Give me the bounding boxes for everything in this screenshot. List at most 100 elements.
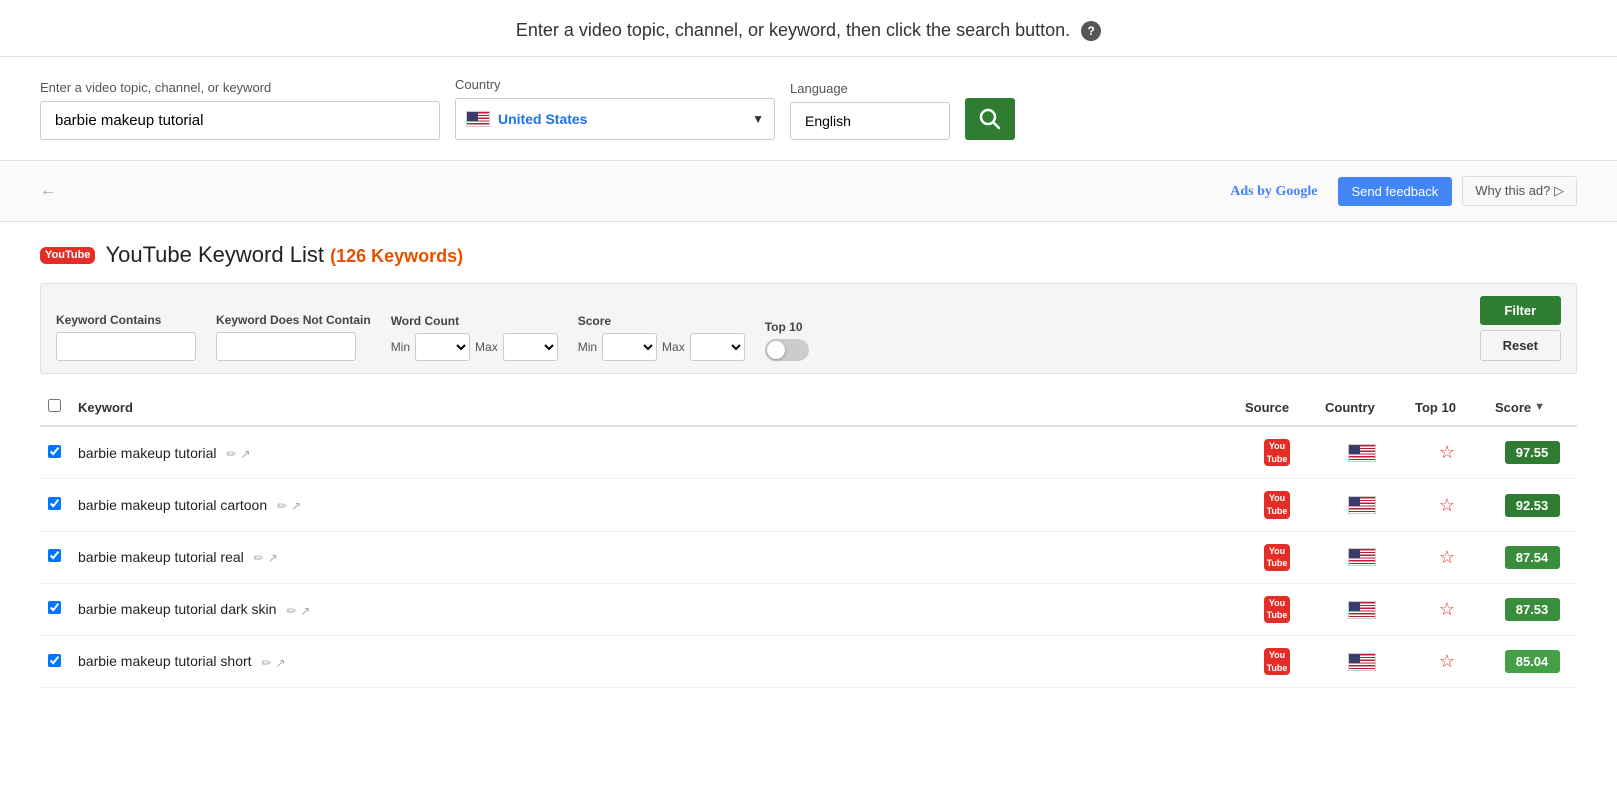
score-filter-label: Score [578,314,745,328]
score-min-select[interactable] [602,333,657,361]
edit-icon[interactable]: ✏ [254,551,264,565]
external-link-icon[interactable]: ↗ [276,656,286,670]
row-score-cell: 85.04 [1487,636,1577,688]
edit-icon[interactable]: ✏ [286,604,296,618]
country-select[interactable]: United States ▼ [455,98,775,140]
ads-brand: Google [1276,184,1318,199]
score-badge: 92.53 [1505,494,1560,517]
youtube-source-icon: YouTube [1264,596,1291,623]
keyword-text: barbie makeup tutorial cartoon [78,497,267,513]
external-link-icon[interactable]: ↗ [240,447,250,461]
score-max-select[interactable] [690,333,745,361]
col-header-source[interactable]: Source [1237,389,1317,426]
table-row: barbie makeup tutorial cartoon ✏ ↗ YouTu… [40,479,1577,531]
filter-button[interactable]: Filter [1480,296,1561,325]
top10-star-icon[interactable]: ☆ [1439,651,1455,671]
keyword-icon-group: ✏ ↗ [277,499,301,513]
word-count-max-select[interactable] [503,333,558,361]
keyword-input[interactable] [40,101,440,140]
keyword-icon-group: ✏ ↗ [226,447,250,461]
row-top10-cell: ☆ [1407,583,1487,635]
top10-group: Top 10 [765,320,809,361]
col-header-keyword[interactable]: Keyword [70,389,1237,426]
row-score-cell: 87.54 [1487,531,1577,583]
col-header-check [40,389,70,426]
col-header-score[interactable]: Score ▼ [1487,389,1577,426]
top10-toggle[interactable] [765,339,809,361]
row-keyword-cell: barbie makeup tutorial dark skin ✏ ↗ [70,583,1237,635]
word-count-min-select[interactable] [415,333,470,361]
edit-icon[interactable]: ✏ [277,499,287,513]
external-link-icon[interactable]: ↗ [268,551,278,565]
score-sort-icon: ▼ [1534,401,1545,413]
keyword-icon-group: ✏ ↗ [286,604,310,618]
external-link-icon[interactable]: ↗ [291,499,301,513]
search-button[interactable] [965,98,1015,140]
score-max-label: Max [662,340,685,354]
row-checkbox[interactable] [48,549,61,562]
language-select[interactable]: English [790,102,950,140]
table-row: barbie makeup tutorial dark skin ✏ ↗ You… [40,583,1577,635]
top10-filter-label: Top 10 [765,320,809,334]
keyword-list-section: You Tube YouTube Keyword List (126 Keywo… [0,222,1617,708]
keyword-text: barbie makeup tutorial dark skin [78,601,276,617]
ads-section: ← Ads by Google Send feedback Why this a… [0,161,1617,222]
row-checkbox[interactable] [48,445,61,458]
row-country-cell [1317,479,1407,531]
keyword-table: Keyword Source Country Top 10 Score [40,389,1577,688]
keyword-label: Enter a video topic, channel, or keyword [40,80,440,95]
search-icon [979,108,1001,130]
word-count-min-label: Min [391,340,410,354]
row-checkbox[interactable] [48,654,61,667]
col-header-country[interactable]: Country [1317,389,1407,426]
edit-icon[interactable]: ✏ [261,656,271,670]
row-checkbox[interactable] [48,601,61,614]
edit-icon[interactable]: ✏ [226,447,236,461]
top10-star-icon[interactable]: ☆ [1439,547,1455,567]
select-all-checkbox[interactable] [48,399,61,412]
row-score-cell: 87.53 [1487,583,1577,635]
us-flag-icon [466,111,490,127]
col-header-top10[interactable]: Top 10 [1407,389,1487,426]
row-country-cell [1317,636,1407,688]
row-country-cell [1317,583,1407,635]
section-heading: YouTube Keyword List (126 Keywords) [105,242,463,268]
send-feedback-button[interactable]: Send feedback [1338,177,1453,206]
reset-button[interactable]: Reset [1480,330,1561,361]
keyword-text: barbie makeup tutorial short [78,653,252,669]
keyword-contains-input[interactable] [56,332,196,361]
score-min-label: Min [578,340,597,354]
why-this-ad-button[interactable]: Why this ad? ▷ [1462,176,1577,206]
row-checkbox[interactable] [48,497,61,510]
row-source-cell: YouTube [1237,531,1317,583]
keyword-table-body: barbie makeup tutorial ✏ ↗ YouTube ☆ 97.… [40,426,1577,687]
external-link-icon[interactable]: ↗ [300,604,310,618]
keyword-not-contain-input[interactable] [216,332,356,361]
youtube-logo-icon: You Tube [40,247,95,264]
row-top10-cell: ☆ [1407,531,1487,583]
score-row: Min Max [578,333,745,361]
keyword-text: barbie makeup tutorial [78,445,217,461]
keyword-icon-group: ✏ ↗ [261,656,285,670]
top10-star-icon[interactable]: ☆ [1439,495,1455,515]
row-checkbox-cell [40,426,70,479]
keyword-table-wrapper: Keyword Source Country Top 10 Score [40,389,1577,688]
country-field-group: Country United States ▼ [455,77,775,140]
language-label: Language [790,81,950,96]
top10-star-icon[interactable]: ☆ [1439,599,1455,619]
row-keyword-cell: barbie makeup tutorial cartoon ✏ ↗ [70,479,1237,531]
word-count-group: Word Count Min Max [391,314,558,361]
youtube-source-icon: YouTube [1264,648,1291,675]
help-icon[interactable]: ? [1081,21,1101,41]
country-flag-icon [1348,548,1376,566]
top10-star-icon[interactable]: ☆ [1439,442,1455,462]
row-top10-cell: ☆ [1407,479,1487,531]
row-keyword-cell: barbie makeup tutorial short ✏ ↗ [70,636,1237,688]
keyword-field-group: Enter a video topic, channel, or keyword [40,80,440,140]
word-count-max-label: Max [475,340,498,354]
keyword-not-contain-group: Keyword Does Not Contain [216,313,371,361]
ads-arrow-icon[interactable]: ← [40,182,56,200]
filter-buttons: Filter Reset [1480,296,1561,361]
country-flag-icon [1348,653,1376,671]
word-count-label: Word Count [391,314,558,328]
